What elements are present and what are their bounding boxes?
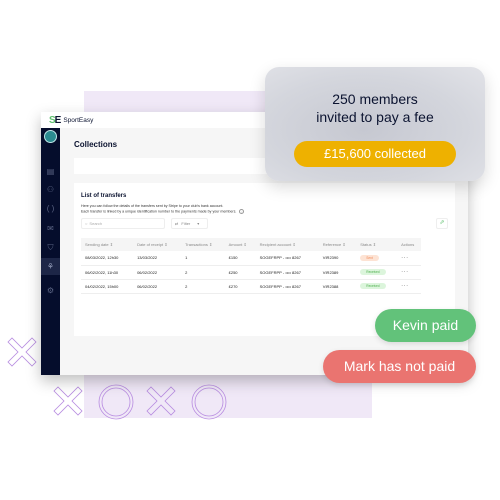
recipient-account: SOGEFRPP - •••• 8267: [255, 265, 319, 280]
sending-date: 04/02/2022, 15h00: [81, 279, 134, 294]
transfers-description: Here you can follow the details of the t…: [81, 204, 341, 214]
sending-date: 08/03/2022, 12h30: [81, 251, 134, 266]
page-title: Collections: [74, 140, 118, 149]
recipient-account: SOGEFRPP - •••• 8267: [255, 251, 319, 266]
transactions: 2: [181, 265, 225, 280]
search-input[interactable]: ○ Search: [81, 218, 165, 229]
receipt-date: 06/02/2022: [133, 279, 182, 294]
more-actions-icon[interactable]: ···: [401, 269, 409, 275]
reference: VIR2388: [318, 279, 357, 294]
x-shape: [146, 386, 176, 416]
column-sending-date[interactable]: Sending date ⇕: [81, 238, 134, 251]
chevron-down-icon: ▾: [197, 221, 200, 226]
transactions: 2: [181, 279, 225, 294]
club-logo-icon[interactable]: [44, 130, 57, 143]
more-actions-icon[interactable]: ···: [401, 283, 409, 289]
amount: £270: [224, 279, 256, 294]
shirt-icon[interactable]: ⛉: [45, 242, 56, 253]
receipt-date: 13/03/2022: [133, 251, 182, 266]
mark-not-paid-notification: Mark has not paid: [323, 350, 476, 383]
search-icon: ○: [85, 221, 88, 226]
payments-icon: ⚘: [46, 262, 55, 271]
column-actions: Actions: [397, 238, 421, 251]
table-row[interactable]: 06/02/2022, 11h30 06/02/2022 2 £250 SOGE…: [81, 265, 421, 280]
recipient-account: SOGEFRPP - •••• 8267: [255, 279, 319, 294]
reference: VIR2389: [318, 265, 357, 280]
amount: £250: [224, 265, 256, 280]
team-icon[interactable]: ⚇: [45, 184, 56, 195]
table-row[interactable]: 08/03/2022, 12h30 13/03/2022 1 £150 SOGE…: [81, 251, 421, 266]
share-icon: ⇗: [439, 220, 445, 226]
transactions: 1: [181, 251, 225, 266]
sidebar-item-payments[interactable]: ⚘: [41, 258, 60, 275]
amount: £150: [224, 251, 256, 266]
members-stat-card: 250 members invited to pay a fee £15,600…: [265, 67, 485, 181]
x-shape: [7, 337, 37, 367]
search-placeholder: Search: [89, 221, 103, 226]
stats-icon[interactable]: ( ): [45, 203, 56, 214]
collected-amount-pill: £15,600 collected: [294, 141, 456, 167]
description-line-2: Each transfer is linked by a unique iden…: [81, 209, 237, 214]
stat-text: 250 members invited to pay a fee: [265, 90, 485, 126]
info-icon[interactable]: i: [239, 209, 245, 214]
status-badge: Received: [360, 283, 386, 289]
sidebar: ▤ ⚇ ( ) ✉ ⛉ ⚘ ⚙: [41, 128, 60, 375]
column-date-of-receipt[interactable]: Date of receipt ⇕: [133, 238, 182, 251]
members-count: 250 members: [332, 91, 418, 107]
more-actions-icon[interactable]: ···: [401, 255, 409, 261]
column-status[interactable]: Status ⇕: [356, 238, 398, 251]
sending-date: 06/02/2022, 11h30: [81, 265, 134, 280]
status-badge: Received: [360, 269, 386, 275]
o-shape: [98, 384, 134, 420]
receipt-date: 06/02/2022: [133, 265, 182, 280]
invited-label: invited to pay a fee: [316, 109, 434, 125]
table-header-row: Sending date ⇕ Date of receipt ⇕ Transac…: [81, 238, 421, 251]
reference: VIR2390: [318, 251, 357, 266]
transfers-table: Sending date ⇕ Date of receipt ⇕ Transac…: [81, 238, 421, 294]
mail-icon[interactable]: ✉: [45, 223, 56, 234]
filter-label: Filter: [181, 221, 191, 226]
filter-dropdown[interactable]: ⇄ Filter ▾: [171, 218, 208, 229]
column-reference[interactable]: Reference ⇕: [318, 238, 357, 251]
kevin-paid-notification: Kevin paid: [375, 309, 476, 342]
o-shape: [191, 384, 227, 420]
sporteasy-logo-icon[interactable]: SE: [49, 115, 61, 126]
settings-icon[interactable]: ⚙: [45, 285, 56, 296]
status-badge: Sent: [360, 254, 379, 261]
table-row[interactable]: 04/02/2022, 15h00 06/02/2022 2 £270 SOGE…: [81, 279, 421, 294]
filter-icon: ⇄: [175, 221, 179, 226]
transfers-title: List of transfers: [81, 193, 127, 199]
column-amount[interactable]: Amount ⇕: [224, 238, 256, 251]
column-recipient-account[interactable]: Recipient account ⇕: [255, 238, 319, 251]
brand-name: SportEasy: [63, 116, 94, 124]
calendar-icon[interactable]: ▤: [45, 166, 56, 177]
column-transactions[interactable]: Transactions ⇕: [181, 238, 225, 251]
x-shape: [53, 386, 83, 416]
export-button[interactable]: ⇗: [436, 218, 448, 229]
